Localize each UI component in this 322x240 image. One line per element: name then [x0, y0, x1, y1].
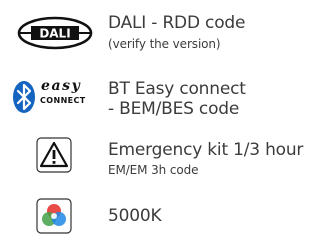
color-temperature-title: 5000K — [108, 206, 162, 226]
rgb-color-circles-icon — [36, 198, 72, 234]
option-color-temperature: 5000K — [0, 0, 322, 240]
